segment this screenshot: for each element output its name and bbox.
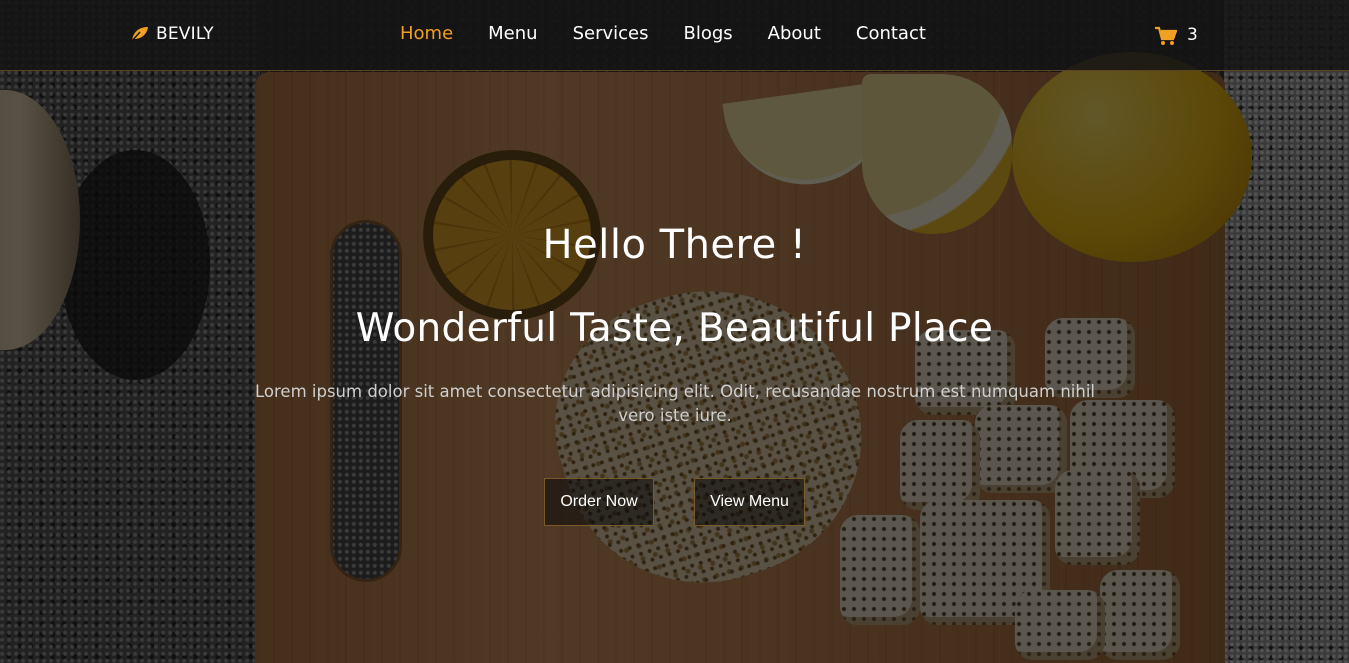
brand-logo[interactable]: BEVILY bbox=[130, 24, 214, 44]
cart-count: 3 bbox=[1187, 25, 1198, 45]
nav-item-blogs[interactable]: Blogs bbox=[683, 23, 732, 44]
navbar: BEVILY Home Menu Services Blogs About Co… bbox=[0, 0, 1349, 71]
nav-item-home[interactable]: Home bbox=[400, 23, 453, 44]
page: BEVILY Home Menu Services Blogs About Co… bbox=[0, 0, 1349, 663]
main-nav: Home Menu Services Blogs About Contact bbox=[400, 23, 926, 44]
hero-description: Lorem ipsum dolor sit amet consectetur a… bbox=[255, 382, 1095, 425]
order-now-button[interactable]: Order Now bbox=[544, 478, 654, 526]
leaf-icon bbox=[130, 27, 148, 42]
shopping-cart-icon bbox=[1155, 26, 1177, 45]
brand-name: BEVILY bbox=[156, 24, 214, 44]
nav-item-contact[interactable]: Contact bbox=[856, 23, 926, 44]
cart-button[interactable]: 3 bbox=[1155, 25, 1198, 45]
hero-title: Wonderful Taste, Beautiful Place bbox=[355, 306, 994, 351]
nav-item-menu[interactable]: Menu bbox=[488, 23, 537, 44]
nav-item-about[interactable]: About bbox=[768, 23, 821, 44]
hero-section: Hello There ! Wonderful Taste, Beautiful… bbox=[0, 70, 1349, 663]
nav-item-services[interactable]: Services bbox=[573, 23, 649, 44]
hero-buttons: Order Now View Menu bbox=[544, 478, 805, 526]
view-menu-button[interactable]: View Menu bbox=[694, 478, 805, 526]
hero-greeting: Hello There ! bbox=[542, 222, 807, 268]
